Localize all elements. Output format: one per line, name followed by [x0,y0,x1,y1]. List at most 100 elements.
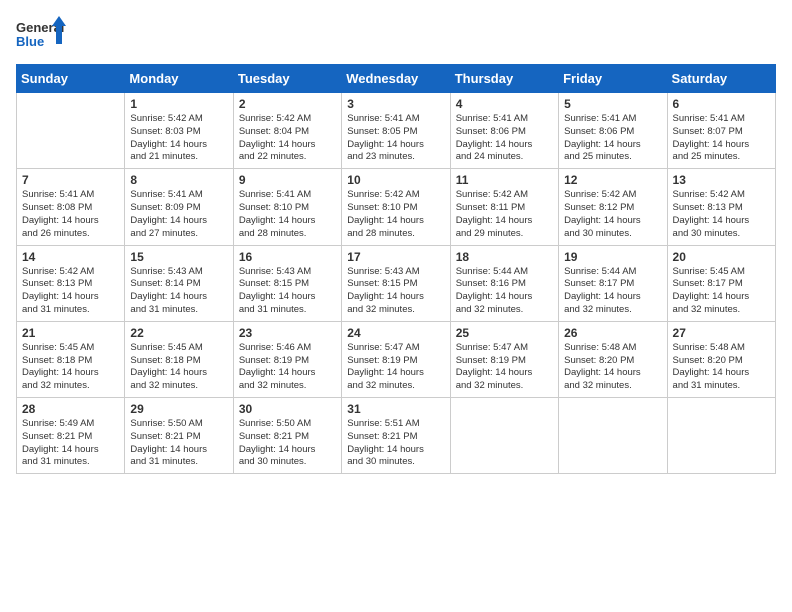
calendar-cell: 2Sunrise: 5:42 AM Sunset: 8:04 PM Daylig… [233,93,341,169]
calendar-cell: 29 Sunrise: 5:50 AM Sunset: 8:21 PM Dayli… [125,398,233,474]
day-info: Sunrise: 5:48 AM Sunset: 8:20 PM Dayligh… [564,342,661,393]
day-info: Sunrise: 5:49 AM Sunset: 8:21 PM Dayligh… [22,418,119,469]
calendar-cell: 8 Sunrise: 5:41 AM Sunset: 8:09 PM Daylig… [125,169,233,245]
calendar-cell: 12 Sunrise: 5:42 AM Sunset: 8:12 PM Dayli… [559,169,667,245]
day-number: 19 [564,250,661,264]
calendar-cell: 28 Sunrise: 5:49 AM Sunset: 8:21 PM Dayli… [17,398,125,474]
calendar-cell [450,398,558,474]
day-number: 27 [673,326,770,340]
calendar-cell: 23 Sunrise: 5:46 AM Sunset: 8:19 PM Dayli… [233,321,341,397]
calendar-week-row: 1 Sunrise: 5:42 AM Sunset: 8:03 PM Daylig… [17,93,776,169]
calendar-cell: 10 Sunrise: 5:42 AM Sunset: 8:10 PM Dayli… [342,169,450,245]
calendar-cell: 15 Sunrise: 5:43 AM Sunset: 8:14 PM Dayli… [125,245,233,321]
calendar-cell: 24 Sunrise: 5:47 AM Sunset: 8:19 PM Dayli… [342,321,450,397]
day-info: Sunrise: 5:42 AM Sunset: 8:10 PM Dayligh… [347,189,444,240]
day-number: 30 [239,402,336,416]
day-info: Sunrise: 5:44 AM Sunset: 8:16 PM Dayligh… [456,266,553,317]
day-number: 29 [130,402,227,416]
day-info: Sunrise: 5:47 AM Sunset: 8:19 PM Dayligh… [347,342,444,393]
svg-text:Blue: Blue [16,34,44,49]
calendar-cell: 26 Sunrise: 5:48 AM Sunset: 8:20 PM Dayli… [559,321,667,397]
day-number: 23 [239,326,336,340]
calendar-cell: 19Sunrise: 5:44 AM Sunset: 8:17 PM Dayli… [559,245,667,321]
calendar-cell: 22Sunrise: 5:45 AM Sunset: 8:18 PM Dayli… [125,321,233,397]
page-header: General Blue [16,16,776,56]
day-number: 25 [456,326,553,340]
calendar-week-row: 28 Sunrise: 5:49 AM Sunset: 8:21 PM Dayli… [17,398,776,474]
day-info: Sunrise: 5:42 AM Sunset: 8:11 PM Dayligh… [456,189,553,240]
calendar-cell [17,93,125,169]
day-number: 15 [130,250,227,264]
day-info: Sunrise: 5:41 AM Sunset: 8:07 PM Dayligh… [673,113,770,164]
calendar-cell: 1 Sunrise: 5:42 AM Sunset: 8:03 PM Daylig… [125,93,233,169]
calendar-day-header: Wednesday [342,65,450,93]
day-number: 10 [347,173,444,187]
logo: General Blue [16,16,66,56]
day-number: 1 [130,97,227,111]
calendar-day-header: Sunday [17,65,125,93]
day-number: 26 [564,326,661,340]
calendar-cell: 31 Sunrise: 5:51 AM Sunset: 8:21 PM Dayli… [342,398,450,474]
calendar-table: SundayMondayTuesdayWednesdayThursdayFrid… [16,64,776,474]
day-info: Sunrise: 5:42 AM Sunset: 8:03 PM Dayligh… [130,113,227,164]
day-number: 20 [673,250,770,264]
day-info: Sunrise: 5:41 AM Sunset: 8:08 PM Dayligh… [22,189,119,240]
calendar-day-header: Saturday [667,65,775,93]
day-number: 9 [239,173,336,187]
day-info: Sunrise: 5:42 AM Sunset: 8:12 PM Dayligh… [564,189,661,240]
calendar-cell: 18 Sunrise: 5:44 AM Sunset: 8:16 PM Dayli… [450,245,558,321]
day-number: 4 [456,97,553,111]
calendar-cell: 11Sunrise: 5:42 AM Sunset: 8:11 PM Dayli… [450,169,558,245]
day-number: 18 [456,250,553,264]
day-info: Sunrise: 5:48 AM Sunset: 8:20 PM Dayligh… [673,342,770,393]
day-info: Sunrise: 5:45 AM Sunset: 8:17 PM Dayligh… [673,266,770,317]
calendar-cell: 6 Sunrise: 5:41 AM Sunset: 8:07 PM Daylig… [667,93,775,169]
day-info: Sunrise: 5:42 AM Sunset: 8:04 PM Dayligh… [239,113,336,164]
calendar-cell: 9 Sunrise: 5:41 AM Sunset: 8:10 PM Daylig… [233,169,341,245]
calendar-cell: 5Sunrise: 5:41 AM Sunset: 8:06 PM Daylig… [559,93,667,169]
calendar-cell: 13 Sunrise: 5:42 AM Sunset: 8:13 PM Dayli… [667,169,775,245]
calendar-week-row: 7 Sunrise: 5:41 AM Sunset: 8:08 PM Daylig… [17,169,776,245]
day-info: Sunrise: 5:41 AM Sunset: 8:06 PM Dayligh… [564,113,661,164]
calendar-header-row: SundayMondayTuesdayWednesdayThursdayFrid… [17,65,776,93]
day-info: Sunrise: 5:42 AM Sunset: 8:13 PM Dayligh… [673,189,770,240]
calendar-cell: 4 Sunrise: 5:41 AM Sunset: 8:06 PM Daylig… [450,93,558,169]
calendar-cell: 7 Sunrise: 5:41 AM Sunset: 8:08 PM Daylig… [17,169,125,245]
day-info: Sunrise: 5:41 AM Sunset: 8:09 PM Dayligh… [130,189,227,240]
calendar-day-header: Friday [559,65,667,93]
day-info: Sunrise: 5:47 AM Sunset: 8:19 PM Dayligh… [456,342,553,393]
day-info: Sunrise: 5:50 AM Sunset: 8:21 PM Dayligh… [239,418,336,469]
day-number: 12 [564,173,661,187]
day-info: Sunrise: 5:41 AM Sunset: 8:05 PM Dayligh… [347,113,444,164]
day-info: Sunrise: 5:50 AM Sunset: 8:21 PM Dayligh… [130,418,227,469]
day-number: 24 [347,326,444,340]
calendar-cell: 25 Sunrise: 5:47 AM Sunset: 8:19 PM Dayli… [450,321,558,397]
day-number: 22 [130,326,227,340]
day-info: Sunrise: 5:41 AM Sunset: 8:10 PM Dayligh… [239,189,336,240]
day-info: Sunrise: 5:42 AM Sunset: 8:13 PM Dayligh… [22,266,119,317]
day-info: Sunrise: 5:51 AM Sunset: 8:21 PM Dayligh… [347,418,444,469]
day-number: 3 [347,97,444,111]
day-info: Sunrise: 5:43 AM Sunset: 8:15 PM Dayligh… [347,266,444,317]
calendar-cell: 30 Sunrise: 5:50 AM Sunset: 8:21 PM Dayli… [233,398,341,474]
day-number: 13 [673,173,770,187]
day-number: 31 [347,402,444,416]
day-info: Sunrise: 5:46 AM Sunset: 8:19 PM Dayligh… [239,342,336,393]
calendar-cell: 14 Sunrise: 5:42 AM Sunset: 8:13 PM Dayli… [17,245,125,321]
day-number: 6 [673,97,770,111]
day-number: 17 [347,250,444,264]
day-number: 8 [130,173,227,187]
day-number: 7 [22,173,119,187]
calendar-cell: 21Sunrise: 5:45 AM Sunset: 8:18 PM Dayli… [17,321,125,397]
calendar-cell: 3 Sunrise: 5:41 AM Sunset: 8:05 PM Daylig… [342,93,450,169]
day-number: 14 [22,250,119,264]
calendar-week-row: 21Sunrise: 5:45 AM Sunset: 8:18 PM Dayli… [17,321,776,397]
day-info: Sunrise: 5:43 AM Sunset: 8:14 PM Dayligh… [130,266,227,317]
day-info: Sunrise: 5:41 AM Sunset: 8:06 PM Dayligh… [456,113,553,164]
calendar-cell: 17 Sunrise: 5:43 AM Sunset: 8:15 PM Dayli… [342,245,450,321]
calendar-day-header: Thursday [450,65,558,93]
calendar-cell [667,398,775,474]
day-number: 28 [22,402,119,416]
calendar-day-header: Tuesday [233,65,341,93]
calendar-day-header: Monday [125,65,233,93]
